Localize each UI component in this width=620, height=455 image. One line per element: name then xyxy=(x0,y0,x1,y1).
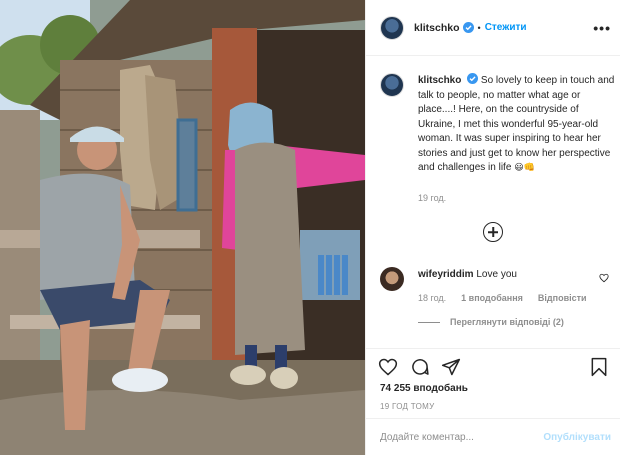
caption-text: klitschko So lovely to keep in touch and… xyxy=(418,73,615,176)
follow-button[interactable]: Стежити xyxy=(485,22,527,33)
commenter-avatar[interactable] xyxy=(380,267,404,291)
share-send-icon[interactable] xyxy=(441,357,461,377)
caption-timestamp[interactable]: 19 год. xyxy=(418,193,446,203)
verified-badge-icon xyxy=(462,22,474,33)
comment-body: Love you xyxy=(476,269,517,280)
likes-count[interactable]: 74 255 вподобань xyxy=(380,383,468,394)
load-more-comments-icon[interactable] xyxy=(483,222,503,242)
view-replies-label: Переглянути відповіді (2) xyxy=(450,317,564,327)
publish-button[interactable]: Опублікувати xyxy=(543,432,611,443)
comment-like-heart-icon[interactable] xyxy=(599,273,609,283)
like-heart-icon[interactable] xyxy=(378,357,398,377)
reply-button[interactable]: Відповісти xyxy=(538,293,587,303)
author-username[interactable]: klitschko xyxy=(414,22,460,34)
post-image xyxy=(0,0,365,455)
more-options-icon[interactable]: ••• xyxy=(593,20,611,36)
comment-likes-count[interactable]: 1 вподобання xyxy=(461,293,523,303)
caption-author-avatar[interactable] xyxy=(380,73,404,97)
add-comment-bar: Опублікувати xyxy=(366,418,620,455)
caption-body: So lovely to keep in touch and talk to p… xyxy=(418,75,615,173)
commenter-username[interactable]: wifeyriddim xyxy=(418,269,474,280)
separator-dot: • xyxy=(477,22,481,33)
post-sidebar: klitschko • Стежити ••• klitschko So lov… xyxy=(365,0,620,455)
verified-badge-icon xyxy=(467,73,479,84)
post-timestamp[interactable]: 19 ГОД ТОМУ xyxy=(380,402,435,411)
view-replies-button[interactable]: Переглянути відповіді (2) xyxy=(418,317,564,327)
post-header: klitschko • Стежити ••• xyxy=(366,0,620,56)
post-photo[interactable] xyxy=(0,0,365,455)
author-avatar[interactable] xyxy=(380,15,404,40)
comments-section: klitschko So lovely to keep in touch and… xyxy=(366,57,620,347)
caption-username[interactable]: klitschko xyxy=(418,75,461,86)
caption-emojis: 😃👊 xyxy=(514,163,535,173)
comment-bubble-icon[interactable] xyxy=(410,357,430,377)
post-actions: 74 255 вподобань 19 ГОД ТОМУ xyxy=(366,348,620,418)
comment-text: wifeyriddim Love you xyxy=(418,269,517,280)
comment-timestamp[interactable]: 18 год. xyxy=(418,293,446,303)
comment-meta: 18 год. 1 вподобання Відповісти xyxy=(418,293,618,303)
view-replies-line xyxy=(418,321,440,323)
save-bookmark-icon[interactable] xyxy=(589,357,609,377)
comment-input[interactable] xyxy=(380,431,544,443)
